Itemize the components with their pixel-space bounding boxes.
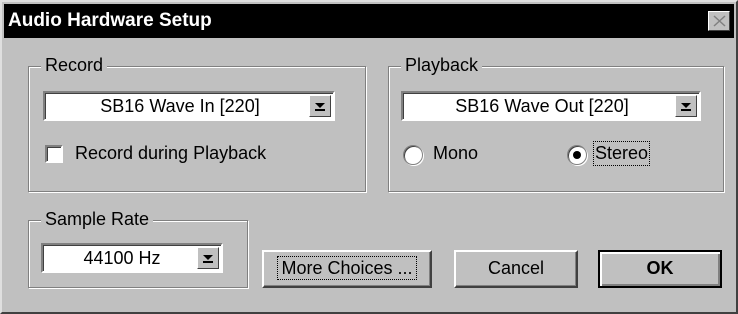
chevron-down-icon — [681, 103, 691, 111]
cancel-button[interactable]: Cancel — [454, 250, 578, 288]
stereo-radio-selected-dot — [573, 151, 581, 159]
playback-device-select[interactable]: SB16 Wave Out [220] — [401, 91, 701, 121]
more-choices-label: More Choices ... — [277, 256, 417, 280]
sample-rate-dropdown-button[interactable] — [197, 247, 219, 269]
sample-rate-group: Sample Rate 44100 Hz — [28, 209, 248, 288]
title-bar[interactable]: Audio Hardware Setup — [4, 4, 734, 38]
audio-hardware-setup-dialog: Audio Hardware Setup Record SB16 Wave In… — [0, 0, 738, 314]
playback-group: Playback SB16 Wave Out [220] Mono Stereo — [388, 55, 724, 192]
chevron-down-icon — [203, 255, 213, 263]
record-group-label: Record — [41, 55, 108, 76]
more-choices-button[interactable]: More Choices ... — [262, 250, 432, 288]
mono-radio[interactable] — [403, 145, 423, 165]
record-group: Record SB16 Wave In [220] Record during … — [28, 55, 366, 192]
playback-group-label: Playback — [401, 55, 483, 76]
chevron-down-icon — [315, 103, 325, 111]
ok-label: OK — [646, 258, 674, 278]
record-during-playback-checkbox[interactable] — [45, 145, 63, 163]
cancel-label: Cancel — [487, 258, 545, 278]
ok-button[interactable]: OK — [598, 250, 722, 288]
record-device-value: SB16 Wave In [220] — [100, 96, 260, 116]
window-title: Audio Hardware Setup — [8, 10, 212, 31]
sample-rate-group-label: Sample Rate — [41, 209, 154, 230]
playback-device-dropdown-button[interactable] — [675, 95, 697, 117]
sample-rate-value: 44100 Hz — [83, 248, 161, 268]
stereo-radio[interactable] — [567, 145, 587, 165]
stereo-label[interactable]: Stereo — [592, 141, 651, 166]
record-device-dropdown-button[interactable] — [309, 95, 331, 117]
playback-device-value: SB16 Wave Out [220] — [455, 96, 629, 116]
close-button[interactable] — [708, 11, 730, 31]
mono-label[interactable]: Mono — [433, 143, 478, 164]
record-device-select[interactable]: SB16 Wave In [220] — [43, 91, 335, 121]
sample-rate-select[interactable]: 44100 Hz — [41, 243, 223, 273]
close-icon — [713, 15, 726, 27]
record-during-playback-label[interactable]: Record during Playback — [75, 143, 266, 164]
